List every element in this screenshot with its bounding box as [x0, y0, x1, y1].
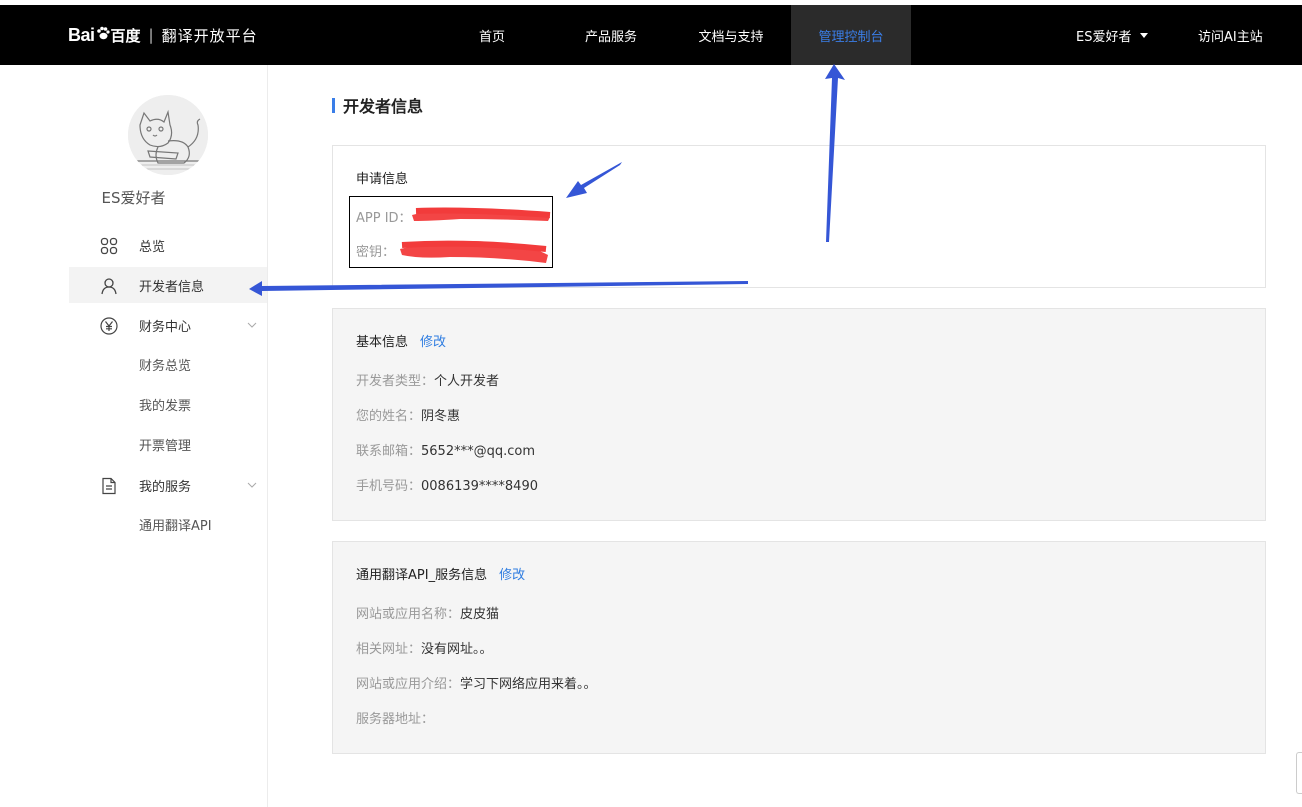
info-row-developer-type: 开发者类型：个人开发者	[356, 370, 499, 389]
credentials-box: APP ID： 密钥：	[349, 196, 553, 268]
sidebar-item-finance[interactable]: 财务中心	[69, 307, 267, 343]
user-menu[interactable]: ES爱好者	[1076, 5, 1149, 65]
logo-text-du: 百度	[110, 26, 141, 45]
paw-icon	[96, 26, 110, 40]
user-name: ES爱好者	[1076, 29, 1132, 45]
grid-icon	[100, 237, 118, 255]
nav-products[interactable]: 产品服务	[570, 5, 652, 65]
field-label: 网站或应用介绍：	[356, 677, 461, 692]
field-value: 5652***@qq.com	[421, 444, 536, 459]
application-info-heading: 申请信息	[356, 172, 409, 187]
baidu-logo[interactable]: Bai 百度 | 翻译开放平台	[68, 5, 258, 65]
field-value: 个人开发者	[434, 374, 500, 389]
nav-home[interactable]: 首页	[460, 5, 524, 65]
sidebar-item-overview[interactable]: 总览	[69, 227, 267, 263]
cat-avatar-icon	[128, 95, 208, 175]
field-value: 皮皮猫	[460, 607, 500, 622]
field-label: 您的姓名：	[356, 409, 422, 424]
user-icon	[101, 278, 117, 295]
caret-down-icon	[1140, 32, 1149, 38]
sidebar-item-label: 我的服务	[139, 479, 192, 495]
field-label: 手机号码：	[356, 479, 422, 494]
info-row-server-address: 服务器地址：	[356, 708, 434, 727]
visit-ai-link[interactable]: 访问AI主站	[1198, 5, 1263, 65]
document-icon	[102, 477, 116, 495]
field-value: 没有网址。。	[421, 642, 493, 657]
info-row-website: 相关网址：没有网址。。	[356, 638, 493, 657]
avatar	[128, 95, 208, 175]
platform-name: 翻译开放平台	[161, 26, 258, 45]
info-row-name: 您的姓名：阴冬惠	[356, 405, 460, 424]
sidebar-subitem-my-invoices[interactable]: 我的发票	[139, 395, 191, 414]
title-accent-bar	[332, 97, 335, 113]
basic-info-edit-link[interactable]: 修改	[420, 335, 446, 350]
sidebar-subitem-invoice-management[interactable]: 开票管理	[139, 435, 191, 454]
logo-separator: |	[148, 26, 154, 44]
field-label: 网站或应用名称：	[356, 607, 461, 622]
basic-info-title: 基本信息	[356, 335, 409, 350]
basic-info-heading: 基本信息 修改	[356, 331, 446, 350]
sidebar-item-label: 开发者信息	[139, 279, 205, 295]
sidebar-item-developer-info[interactable]: 开发者信息	[69, 267, 267, 303]
info-row-email: 联系邮箱：5652***@qq.com	[356, 440, 535, 459]
info-row-app-intro: 网站或应用介绍：学习下网络应用来着。。	[356, 673, 597, 692]
field-value: 阴冬惠	[421, 409, 461, 424]
info-row-app-name: 网站或应用名称：皮皮猫	[356, 603, 499, 622]
sidebar-item-label: 总览	[139, 239, 166, 255]
page-title-text: 开发者信息	[343, 97, 424, 116]
field-label: 服务器地址：	[356, 712, 435, 727]
service-info-edit-link[interactable]: 修改	[499, 568, 525, 583]
info-row-phone: 手机号码：0086139****8490	[356, 475, 538, 494]
field-label: 联系邮箱：	[356, 444, 422, 459]
application-info-panel: 申请信息 APP ID： 密钥：	[332, 145, 1266, 288]
service-info-title: 通用翻译API_服务信息	[356, 568, 488, 583]
sidebar-subitem-general-translate-api[interactable]: 通用翻译API	[139, 515, 212, 534]
service-info-panel: 通用翻译API_服务信息 修改 网站或应用名称：皮皮猫 相关网址：没有网址。。 网…	[332, 541, 1266, 754]
field-label: 开发者类型：	[356, 374, 435, 389]
basic-info-panel: 基本信息 修改 开发者类型：个人开发者 您的姓名：阴冬惠 联系邮箱：5652***…	[332, 308, 1266, 521]
yen-icon	[100, 317, 118, 335]
sidebar-username: ES爱好者	[101, 189, 166, 207]
nav-console[interactable]: 管理控制台	[791, 5, 911, 65]
top-nav-bar: Bai 百度 | 翻译开放平台 首页 产品服务 文档与支持 管理控制台 ES爱好…	[0, 5, 1302, 65]
nav-docs[interactable]: 文档与支持	[686, 5, 776, 65]
redaction-scribble	[400, 207, 551, 263]
chevron-down-icon	[247, 322, 257, 328]
sidebar: ES爱好者 总览 开发者信息 财务中心 财务总览 我的发票 开票管理 我的服务 …	[0, 65, 268, 807]
sidebar-item-my-services[interactable]: 我的服务	[69, 467, 267, 503]
field-label: 相关网址：	[356, 642, 422, 657]
scroll-tab[interactable]	[1296, 752, 1302, 794]
page-title: 开发者信息	[332, 96, 424, 116]
sidebar-subitem-finance-overview[interactable]: 财务总览	[139, 355, 191, 374]
field-value: 0086139****8490	[421, 479, 538, 494]
sidebar-item-label: 财务中心	[139, 319, 192, 335]
service-info-heading: 通用翻译API_服务信息 修改	[356, 564, 525, 583]
logo-text-bai: Bai	[68, 24, 95, 45]
field-value: 学习下网络应用来着。。	[460, 677, 597, 692]
chevron-down-icon	[247, 482, 257, 488]
